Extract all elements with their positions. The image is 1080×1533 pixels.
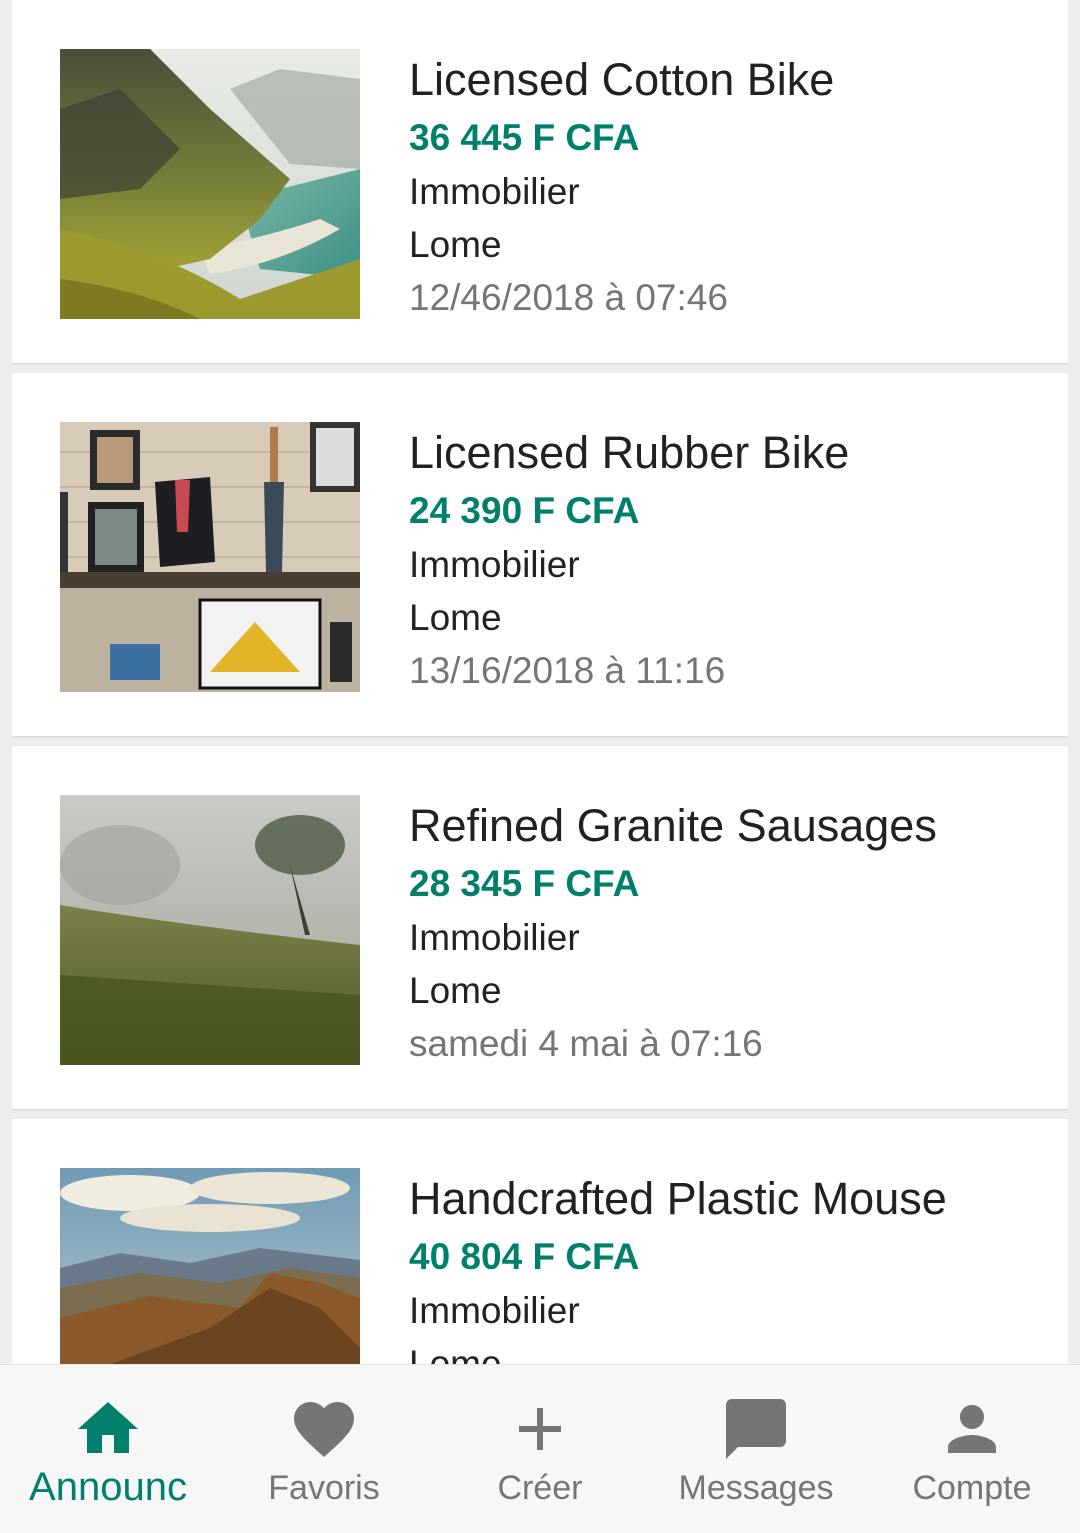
nav-label: Messages [678,1469,834,1507]
heart-icon [294,1402,354,1458]
listing-location: Lome [409,1343,502,1364]
listing-title[interactable]: Licensed Cotton Bike [409,52,1048,108]
listing-price: 28 345 F CFA [409,863,640,904]
listing-list[interactable]: Licensed Cotton Bike 36 445 F CFA Immobi… [12,0,1068,1364]
nav-label: Announc [29,1465,187,1509]
nav-item-favoris[interactable]: Favoris [216,1365,432,1533]
listing-location: Lome [409,597,502,638]
nav-item-creer[interactable]: Créer [432,1365,648,1533]
listing-info: Licensed Rubber Bike 24 390 F CFA Immobi… [409,425,1048,697]
listing-category: Immobilier [409,544,580,585]
listing-info: Refined Granite Sausages 28 345 F CFA Im… [409,798,1048,1070]
listing-location: Lome [409,224,502,265]
person-icon [948,1405,996,1453]
listing-card[interactable]: Licensed Rubber Bike 24 390 F CFA Immobi… [12,373,1068,736]
listing-date: samedi 4 mai à 07:16 [409,1023,763,1064]
listing-location: Lome [409,970,502,1011]
listing-category: Immobilier [409,1290,580,1331]
listing-category: Immobilier [409,171,580,212]
listing-card[interactable]: Refined Granite Sausages 28 345 F CFA Im… [12,746,1068,1109]
nav-label: Compte [912,1469,1032,1507]
listing-date: 12/46/2018 à 07:46 [409,277,728,318]
nav-label: Favoris [268,1469,380,1507]
listing-price: 40 804 F CFA [409,1236,640,1277]
listing-price: 36 445 F CFA [409,117,640,158]
bottom-navigation: Announc Favoris Créer Messages Compte [0,1364,1080,1533]
plus-icon [519,1408,561,1450]
listing-info: Licensed Cotton Bike 36 445 F CFA Immobi… [409,52,1048,324]
listing-photo[interactable] [60,422,360,692]
listing-card[interactable]: Licensed Cotton Bike 36 445 F CFA Immobi… [12,0,1068,363]
nav-label: Créer [497,1469,583,1507]
listing-info: Handcrafted Plastic Mouse 40 804 F CFA I… [409,1171,1048,1364]
listing-date: 13/16/2018 à 11:16 [409,650,726,691]
listing-photo[interactable] [60,1168,360,1364]
nav-item-messages[interactable]: Messages [648,1365,864,1533]
listing-title[interactable]: Refined Granite Sausages [409,798,1048,854]
listing-photo[interactable] [60,49,360,319]
message-icon [726,1399,786,1459]
nav-item-compte[interactable]: Compte [864,1365,1080,1533]
listing-card[interactable]: Handcrafted Plastic Mouse 40 804 F CFA I… [12,1119,1068,1364]
listing-category: Immobilier [409,917,580,958]
listing-price: 24 390 F CFA [409,490,640,531]
listing-title[interactable]: Licensed Rubber Bike [409,425,1048,481]
listing-title[interactable]: Handcrafted Plastic Mouse [409,1171,1048,1227]
nav-item-announces[interactable]: Announc [0,1365,216,1533]
home-icon [78,1402,138,1453]
listing-photo[interactable] [60,795,360,1065]
